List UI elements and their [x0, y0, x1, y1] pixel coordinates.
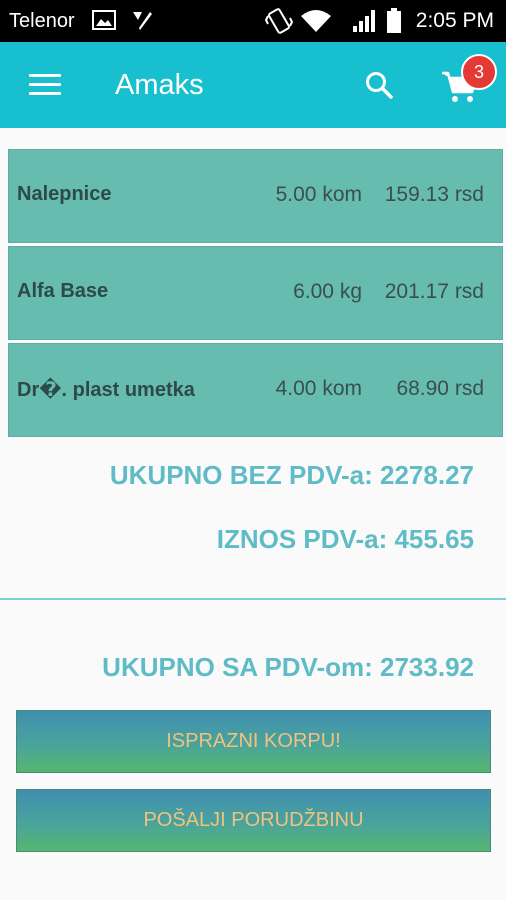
wifi-icon [301, 10, 331, 32]
empty-cart-button[interactable]: ISPRAZNI KORPU! [16, 710, 491, 773]
battery-icon [387, 8, 401, 33]
app-bar: Amaks 3 [0, 42, 506, 128]
carrier-name: Telenor [9, 10, 75, 32]
item-name: Alfa Base [17, 280, 109, 302]
item-quantity: 4.00 kom [275, 377, 362, 400]
clock: 2:05 PM [415, 9, 494, 32]
total-with-vat: UKUPNO SA PDV-om: 2733.92 [102, 652, 474, 682]
item-price: 201.17 rsd [384, 280, 484, 303]
item-quantity: 5.00 kom [275, 183, 362, 206]
status-bar: Telenor 2:05 PM [0, 0, 506, 42]
cart-item-row[interactable]: Dr�. plast umetka 4.00 kom 68.90 rsd [8, 343, 503, 437]
signal-icon [353, 10, 375, 32]
divider [0, 598, 506, 600]
vibrate-icon [265, 8, 293, 34]
cart-item-row[interactable]: Nalepnice 5.00 kom 159.13 rsd [8, 149, 503, 243]
checkmark-app-icon [133, 12, 152, 30]
send-order-button[interactable]: POŠALJI PORUDŽBINU [16, 789, 491, 852]
menu-icon[interactable] [29, 72, 61, 98]
item-name: Nalepnice [17, 183, 112, 205]
cart-item-list: Nalepnice 5.00 kom 159.13 rsd Alfa Base … [8, 149, 503, 440]
item-price: 68.90 rsd [396, 377, 484, 400]
app-title: Amaks [115, 69, 204, 101]
item-quantity: 6.00 kg [293, 280, 362, 303]
cart-item-row[interactable]: Alfa Base 6.00 kg 201.17 rsd [8, 246, 503, 340]
item-price: 159.13 rsd [384, 183, 484, 206]
item-name: Dr�. plast umetka [17, 379, 195, 401]
cart-count-badge: 3 [461, 54, 497, 90]
vat-amount: IZNOS PDV-a: 455.65 [216, 524, 474, 554]
search-icon[interactable] [363, 69, 395, 101]
total-without-vat: UKUPNO BEZ PDV-a: 2278.27 [109, 460, 474, 490]
image-icon [92, 10, 116, 30]
